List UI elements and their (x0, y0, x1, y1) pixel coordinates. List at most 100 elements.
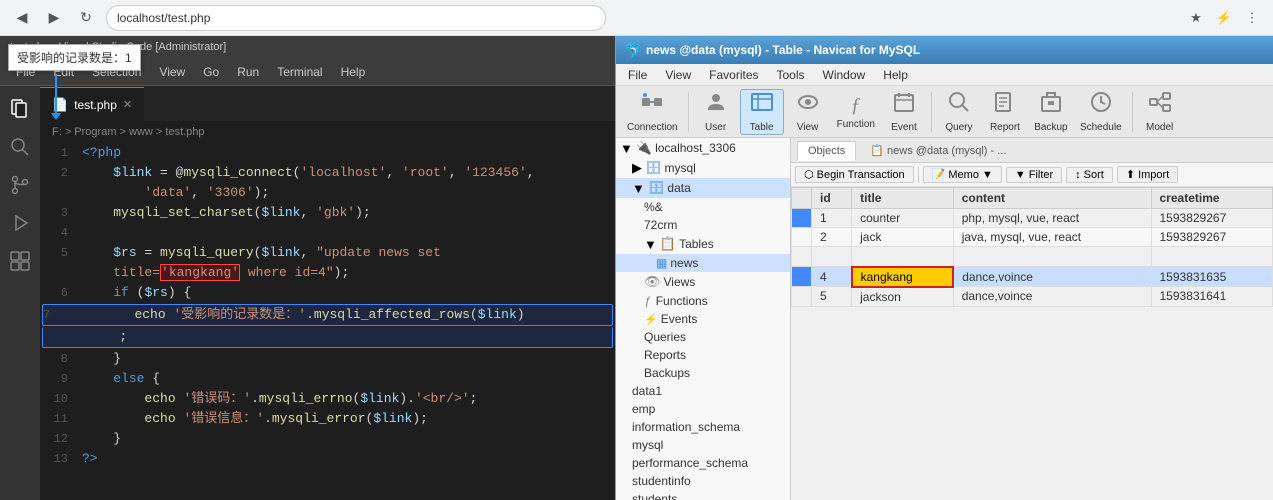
cell-id-1[interactable]: 1 (812, 209, 852, 228)
col-header-createtime[interactable]: createtime (1151, 188, 1273, 209)
tree-information-schema[interactable]: information_schema (616, 418, 790, 436)
extensions-icon[interactable]: ⚡ (1213, 7, 1235, 29)
refresh-button[interactable]: ↻ (74, 6, 98, 30)
tree-percent[interactable]: %& (616, 198, 790, 216)
tree-views[interactable]: 👁 Views (616, 272, 790, 292)
nav-menu-help[interactable]: Help (875, 66, 916, 84)
begin-transaction-btn[interactable]: ⬡ Begin Transaction (795, 166, 914, 183)
cell-createtime-3[interactable] (1151, 247, 1273, 267)
menu-go[interactable]: Go (195, 62, 227, 82)
col-header-title[interactable]: title (852, 188, 954, 209)
tree-localhost[interactable]: ▼ 🔌 localhost_3306 (616, 138, 790, 158)
cell-title-4[interactable]: kangkang (852, 267, 954, 287)
tree-queries[interactable]: Queries (616, 328, 790, 346)
menu-terminal[interactable]: Terminal (269, 62, 330, 82)
menu-view[interactable]: View (151, 62, 193, 82)
tree-events-label: Events (661, 312, 698, 326)
cell-createtime-2[interactable]: 1593829267 (1151, 228, 1273, 247)
tree-mysql[interactable]: ▶ 🗄 mysql (616, 158, 790, 178)
tree-mysql2[interactable]: mysql (616, 436, 790, 454)
toolbar-schedule[interactable]: Schedule (1075, 89, 1127, 135)
menu-run[interactable]: Run (229, 62, 267, 82)
cell-title-3[interactable] (852, 247, 954, 267)
menu-help[interactable]: Help (333, 62, 374, 82)
tree-events[interactable]: ⚡ Events (616, 310, 790, 328)
toolbar-view[interactable]: View (786, 89, 830, 135)
toolbar-backup[interactable]: Backup (1029, 89, 1073, 135)
cell-content-1[interactable]: php, mysql, vue, react (953, 209, 1151, 228)
sort-btn[interactable]: ↕ Sort (1066, 167, 1113, 183)
table-row-selected[interactable]: 4 kangkang dance,voince 1593831635 (792, 267, 1273, 287)
cell-id-4[interactable]: 4 (812, 267, 852, 287)
nav-menu-tools[interactable]: Tools (769, 66, 813, 84)
tree-backups[interactable]: Backups (616, 364, 790, 382)
tree-news[interactable]: ▦ news (616, 254, 790, 272)
forward-button[interactable]: ▶ (42, 6, 66, 30)
tree-studentinfo[interactable]: studentinfo (616, 472, 790, 490)
tree-performance-schema[interactable]: performance_schema (616, 454, 790, 472)
nav-menu-favorites[interactable]: Favorites (701, 66, 766, 84)
cell-createtime-4[interactable]: 1593831635 (1151, 267, 1273, 287)
toolbar-function[interactable]: ƒ Function (832, 89, 880, 135)
toolbar-event[interactable]: Event (882, 89, 926, 135)
right-content: Objects 📋 news @data (mysql) - ... ⬡ Beg… (791, 138, 1273, 500)
code-editor[interactable]: 1 <?php 2 $link = @mysqli_connect('local… (40, 143, 615, 500)
tree-data1[interactable]: data1 (616, 382, 790, 400)
nav-menu-view[interactable]: View (657, 66, 699, 84)
cell-id-5[interactable]: 5 (812, 287, 852, 307)
import-label: Import (1138, 169, 1169, 181)
cell-id-2[interactable]: 2 (812, 228, 852, 247)
toolbar-query[interactable]: Query (937, 89, 981, 135)
search-icon[interactable] (3, 130, 37, 164)
tree-emp[interactable]: emp (616, 400, 790, 418)
back-button[interactable]: ◀ (10, 6, 34, 30)
cell-id-3[interactable] (812, 247, 852, 267)
toolbar-table[interactable]: Table (740, 89, 784, 135)
col-header-content[interactable]: content (953, 188, 1151, 209)
nav-menu-window[interactable]: Window (815, 66, 874, 84)
line-num-13: 13 (40, 449, 78, 469)
import-btn[interactable]: ⬆ Import (1117, 166, 1178, 183)
cell-title-2[interactable]: jack (852, 228, 954, 247)
toolbar-user[interactable]: User (694, 89, 738, 135)
filter-btn[interactable]: ▼ Filter (1006, 167, 1062, 183)
toolbar-connection[interactable]: Connection (622, 89, 683, 135)
tab-close-button[interactable]: ✕ (123, 98, 132, 111)
cell-createtime-1[interactable]: 1593829267 (1151, 209, 1273, 228)
cell-content-3[interactable] (953, 247, 1151, 267)
col-header-id[interactable]: id (812, 188, 852, 209)
tree-reports[interactable]: Reports (616, 346, 790, 364)
toolbar-model[interactable]: Model (1138, 89, 1182, 135)
cell-createtime-5[interactable]: 1593831641 (1151, 287, 1273, 307)
row-indicator-3 (792, 247, 812, 267)
table-row[interactable]: 1 counter php, mysql, vue, react 1593829… (792, 209, 1273, 228)
debug-icon[interactable] (3, 206, 37, 240)
bookmark-icon[interactable]: ★ (1185, 7, 1207, 29)
source-control-icon[interactable] (3, 168, 37, 202)
cell-content-2[interactable]: java, mysql, vue, react (953, 228, 1151, 247)
table-row[interactable]: 2 jack java, mysql, vue, react 159382926… (792, 228, 1273, 247)
cell-title-1[interactable]: counter (852, 209, 954, 228)
explorer-icon[interactable] (3, 92, 37, 126)
toolbar-user-label: User (705, 122, 726, 133)
extensions-icon[interactable] (3, 244, 37, 278)
tab-news-table[interactable]: 📋 news @data (mysql) - ... (860, 141, 1016, 160)
memo-btn[interactable]: 📝 Memo ▼ (923, 166, 1002, 183)
tree-data[interactable]: ▼ 🗄 data (616, 178, 790, 198)
tree-72crm[interactable]: 72crm (616, 216, 790, 234)
cell-content-5[interactable]: dance,voince (953, 287, 1151, 307)
view-icon (796, 90, 820, 120)
menu-icon[interactable]: ⋮ (1241, 7, 1263, 29)
nav-menu-file[interactable]: File (620, 66, 655, 84)
tree-tables[interactable]: ▼ 📋 Tables (616, 234, 790, 254)
address-bar[interactable] (106, 5, 606, 31)
table-row[interactable] (792, 247, 1273, 267)
toolbar-report[interactable]: Report (983, 89, 1027, 135)
tree-reports-label: Reports (644, 348, 686, 362)
tab-objects[interactable]: Objects (797, 141, 856, 161)
cell-title-5[interactable]: jackson (852, 287, 954, 307)
table-row[interactable]: 5 jackson dance,voince 1593831641 (792, 287, 1273, 307)
cell-content-4[interactable]: dance,voince (953, 267, 1151, 287)
tree-students[interactable]: students (616, 490, 790, 500)
tree-functions[interactable]: ƒ Functions (616, 292, 790, 310)
